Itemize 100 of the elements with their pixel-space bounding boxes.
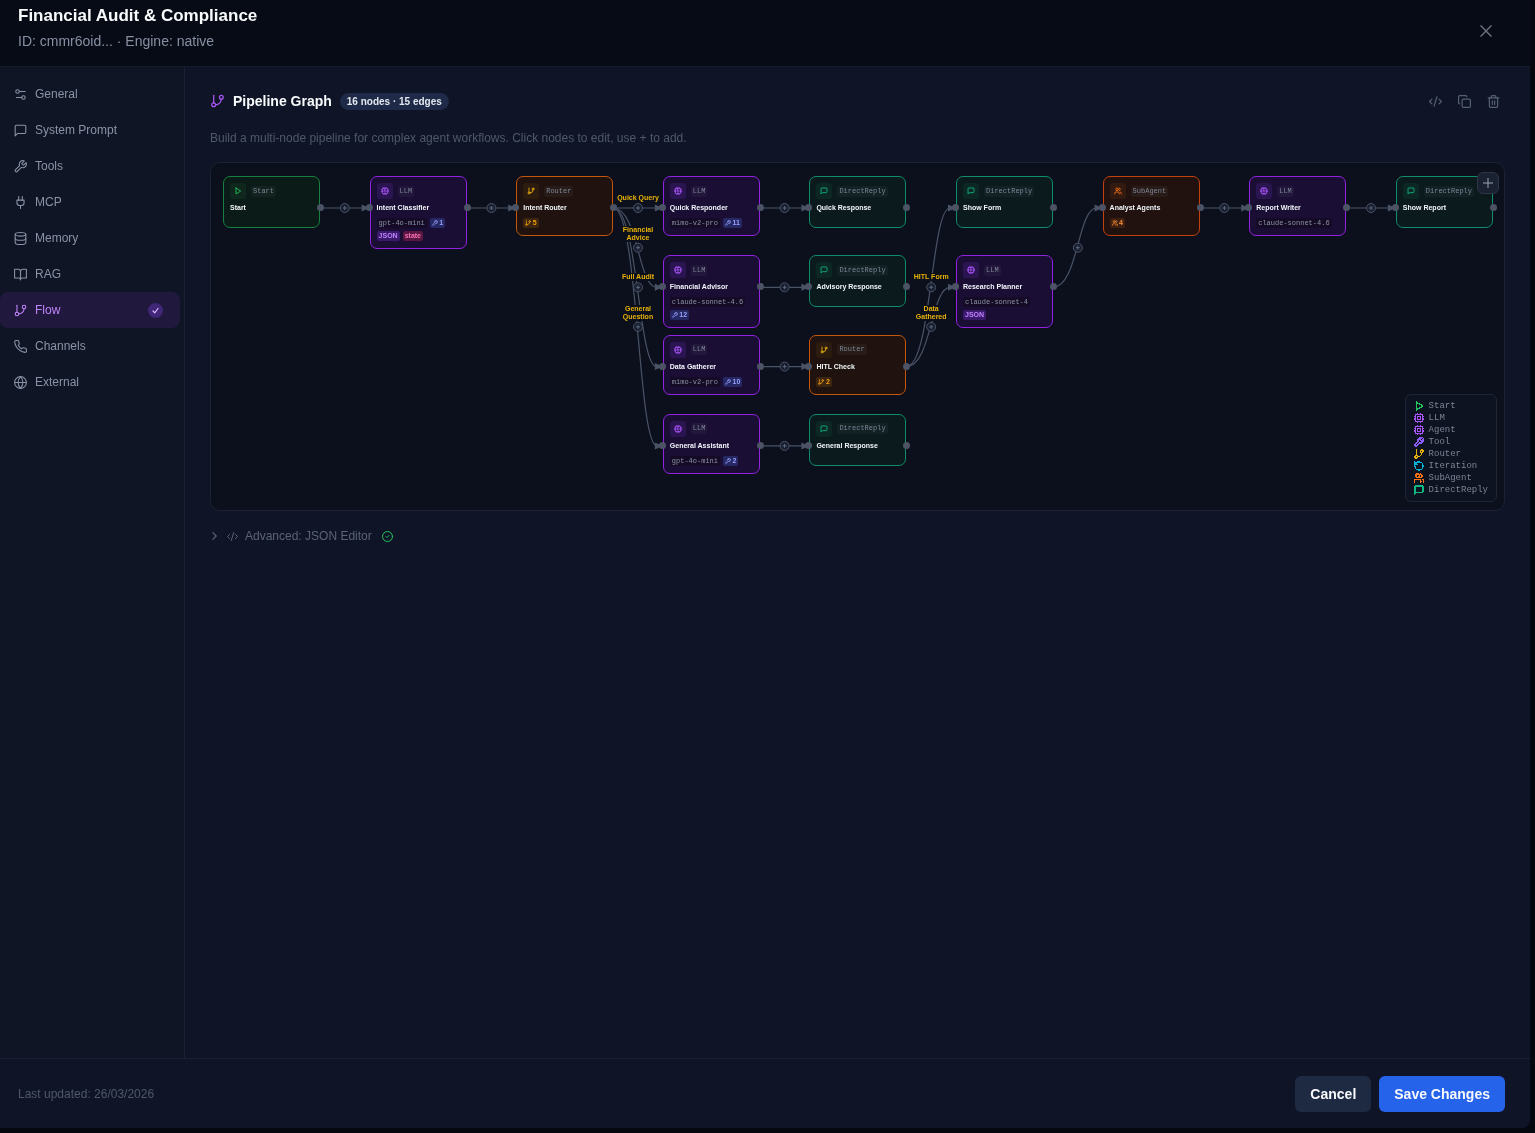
port-handle[interactable] <box>805 283 813 291</box>
sidebar-item[interactable]: General <box>0 76 180 112</box>
dialog-title: Financial Audit & Compliance <box>18 5 258 27</box>
add-step-icon[interactable] <box>633 282 643 293</box>
add-node-button[interactable] <box>1477 172 1499 194</box>
legend-label: Start <box>1428 400 1456 412</box>
port-handle[interactable] <box>903 283 911 291</box>
port-handle[interactable] <box>1050 204 1057 211</box>
section-description: Build a multi-node pipeline for complex agent workflows. Click nodes to edit, use + to add. <box>210 131 688 145</box>
sidebar-item[interactable]: Flow <box>0 292 180 328</box>
chip-icon <box>963 262 979 279</box>
globe-icon <box>14 375 27 389</box>
port-handle[interactable] <box>903 362 911 370</box>
code-icon[interactable] <box>1429 94 1442 108</box>
wrench-icon <box>14 159 27 173</box>
plug-icon <box>14 195 27 209</box>
book-icon <box>14 267 27 281</box>
add-step-icon[interactable] <box>486 203 497 213</box>
chip-icon <box>669 183 686 199</box>
users-icon <box>1109 183 1126 199</box>
sidebar-item[interactable]: Channels <box>0 328 180 364</box>
sidebar-item[interactable]: RAG <box>0 256 180 292</box>
sidebar-item[interactable]: Memory <box>0 220 180 256</box>
port-handle[interactable] <box>903 441 911 449</box>
add-step-icon[interactable] <box>779 282 790 293</box>
wrench-icon <box>431 220 438 226</box>
section-title: Pipeline Graph <box>233 93 332 109</box>
port-handle[interactable] <box>658 204 666 211</box>
add-step-icon[interactable] <box>1366 203 1376 213</box>
port-handle[interactable] <box>805 204 813 211</box>
code-icon <box>227 531 238 541</box>
play-icon <box>230 183 246 199</box>
port-handle[interactable] <box>1343 204 1351 211</box>
port-handle[interactable] <box>756 283 764 291</box>
wrench-icon <box>671 312 678 319</box>
save-button[interactable]: Save Changes <box>1379 1075 1505 1112</box>
legend-label: DirectReply <box>1428 484 1488 496</box>
close-icon[interactable] <box>1480 25 1492 37</box>
legend-label: SubAgent <box>1428 472 1472 484</box>
add-step-icon[interactable] <box>1219 203 1230 213</box>
add-step-icon[interactable] <box>633 321 643 332</box>
port-handle[interactable] <box>1245 204 1253 211</box>
port-handle[interactable] <box>756 204 764 211</box>
port-handle[interactable] <box>1489 204 1497 211</box>
trash-icon[interactable] <box>1487 94 1500 108</box>
legend-label: Tool <box>1428 436 1451 448</box>
port-handle[interactable] <box>610 204 618 211</box>
port-handle[interactable] <box>952 283 959 291</box>
port-handle[interactable] <box>365 204 373 211</box>
port-handle[interactable] <box>805 362 813 370</box>
sidebar-item[interactable]: System Prompt <box>0 112 180 148</box>
port-handle[interactable] <box>658 441 666 449</box>
users-icon <box>1111 220 1118 226</box>
port-handle[interactable] <box>756 362 764 370</box>
graph-canvas[interactable] <box>210 162 1505 511</box>
branch-icon <box>818 378 825 385</box>
add-step-icon[interactable] <box>339 203 350 213</box>
port-handle[interactable] <box>658 362 666 370</box>
add-step-icon[interactable] <box>779 440 790 451</box>
port-handle[interactable] <box>756 441 764 449</box>
port-handle[interactable] <box>658 283 666 291</box>
add-step-icon[interactable] <box>1072 242 1083 253</box>
add-step-icon[interactable] <box>633 242 643 253</box>
port-handle[interactable] <box>1050 283 1057 291</box>
message-square-icon <box>963 183 979 199</box>
last-updated-text: Last updated: 26/03/2026 <box>18 1086 155 1101</box>
port-handle[interactable] <box>1098 204 1106 211</box>
branch-icon <box>523 183 540 199</box>
branch-icon <box>525 220 532 226</box>
sliders-icon <box>14 87 27 101</box>
sidebar-item[interactable]: MCP <box>0 184 180 220</box>
port-handle[interactable] <box>463 204 471 211</box>
port-handle[interactable] <box>1196 204 1204 211</box>
message-square-icon <box>816 420 833 437</box>
add-step-icon[interactable] <box>779 203 790 213</box>
port-handle[interactable] <box>512 204 520 211</box>
sidebar-item[interactable]: Tools <box>0 148 180 184</box>
branch-icon <box>211 94 224 108</box>
chip-icon <box>376 183 393 199</box>
branch-icon <box>14 303 27 317</box>
wrench-icon <box>725 457 731 464</box>
message-square-icon <box>816 183 833 199</box>
branch-icon <box>816 341 833 358</box>
message-square-icon <box>816 262 833 279</box>
cancel-button[interactable]: Cancel <box>1295 1075 1372 1112</box>
add-step-icon[interactable] <box>926 282 937 293</box>
add-step-icon[interactable] <box>779 361 790 372</box>
plus-icon <box>1483 178 1493 188</box>
add-step-icon[interactable] <box>633 203 643 213</box>
legend-label: LLM <box>1428 412 1445 424</box>
port-handle[interactable] <box>805 441 813 449</box>
sidebar-item[interactable]: External <box>0 364 180 400</box>
copy-icon[interactable] <box>1458 94 1471 108</box>
chip-icon <box>669 420 686 437</box>
port-handle[interactable] <box>317 204 324 211</box>
add-step-icon[interactable] <box>926 321 937 332</box>
port-handle[interactable] <box>903 204 911 211</box>
port-handle[interactable] <box>952 204 959 211</box>
port-handle[interactable] <box>1391 204 1399 211</box>
legend-label: Agent <box>1428 424 1456 436</box>
